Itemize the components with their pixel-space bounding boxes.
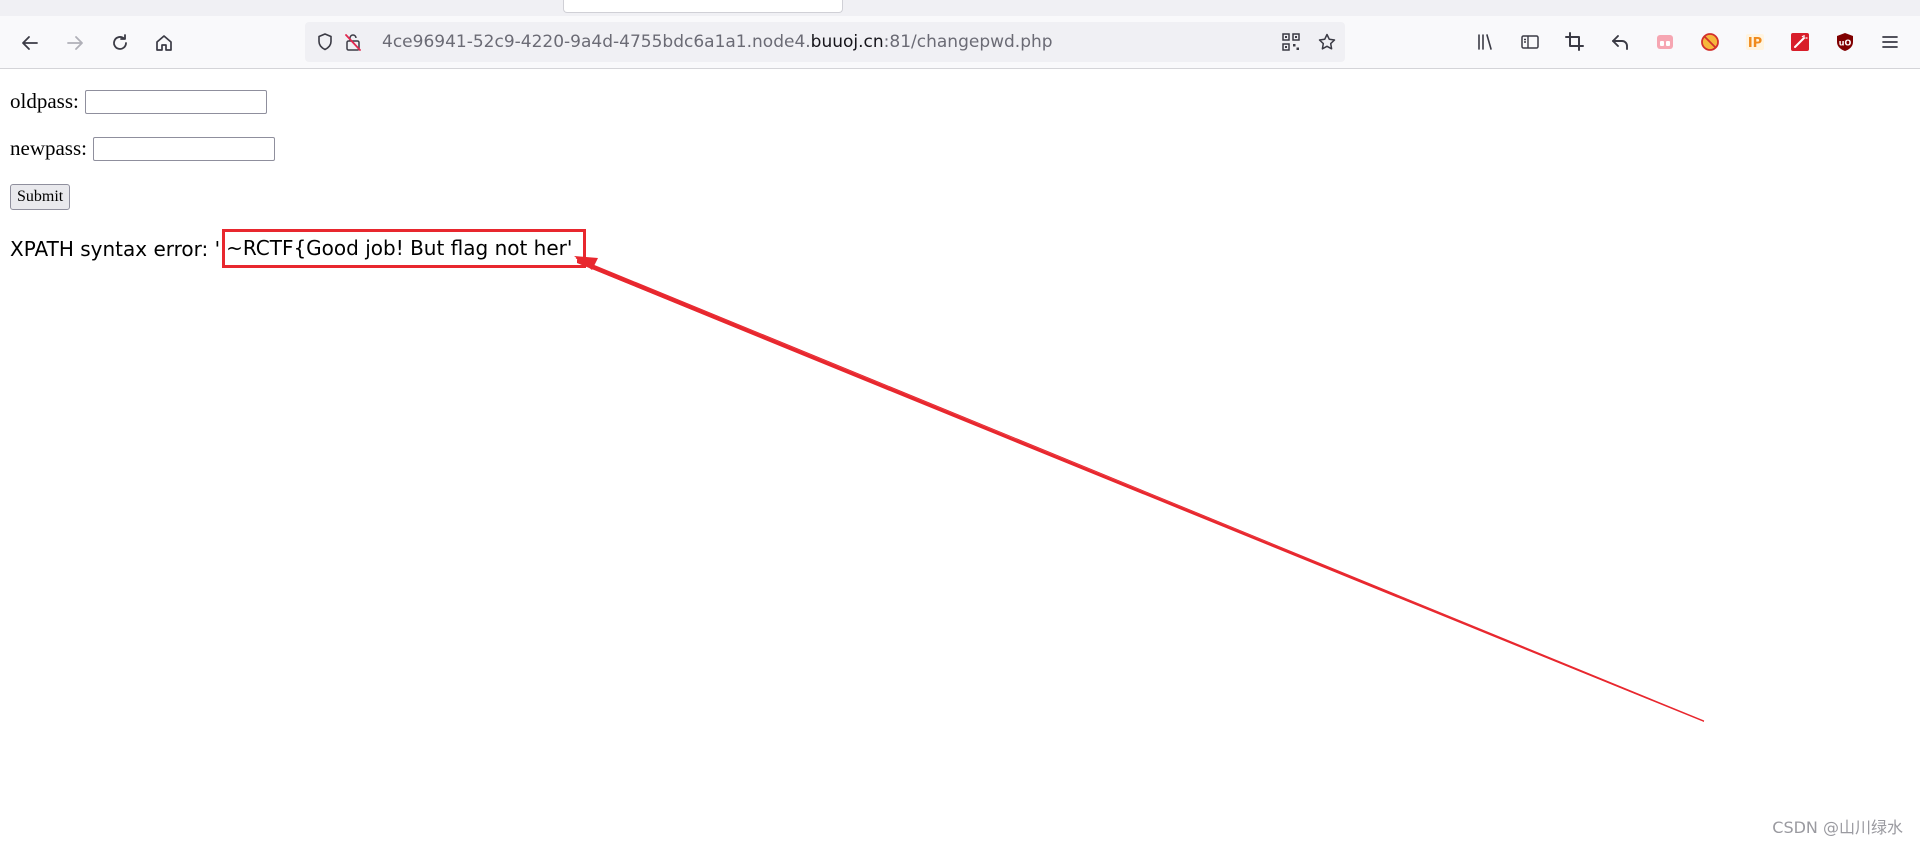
newpass-input[interactable]	[93, 136, 275, 161]
csdn-watermark: CSDN @山川绿水	[1772, 818, 1903, 837]
url-bar[interactable]: 4ce96941-52c9-4220-9a4d-4755bdc6a1a1.nod…	[305, 22, 1345, 62]
hamburger-menu-icon[interactable]	[1878, 30, 1902, 54]
ublock-origin-icon[interactable]: uO	[1833, 30, 1857, 54]
insecure-lock-icon[interactable]	[343, 32, 363, 52]
active-tab[interactable]	[563, 0, 843, 13]
url-domain: buuoj.cn	[810, 32, 884, 52]
extension-pink-icon[interactable]	[1653, 30, 1677, 54]
newpass-row: newpass:	[10, 136, 275, 161]
reload-icon[interactable]	[105, 28, 135, 58]
star-icon[interactable]	[1317, 32, 1337, 52]
page-content: oldpass: newpass: Submit XPATH syntax er…	[0, 69, 1920, 846]
submit-button[interactable]: Submit	[10, 184, 71, 210]
shield-icon[interactable]	[315, 32, 335, 52]
xpath-error-message: XPATH syntax error: ' ~RCTF{Good job! Bu…	[10, 229, 587, 268]
library-icon[interactable]	[1473, 30, 1497, 54]
ip-badge-icon[interactable]: IP	[1743, 30, 1767, 54]
undo-arrow-icon[interactable]	[1608, 30, 1632, 54]
sidebar-icon[interactable]	[1518, 30, 1542, 54]
tab-strip	[0, 0, 1920, 16]
back-arrow-icon[interactable]	[15, 28, 45, 58]
forward-arrow-icon[interactable]	[60, 28, 90, 58]
wand-red-icon[interactable]	[1788, 30, 1812, 54]
browser-toolbar: 4ce96941-52c9-4220-9a4d-4755bdc6a1a1.nod…	[0, 16, 1920, 69]
newpass-label: newpass:	[10, 136, 87, 160]
blocked-orange-icon[interactable]	[1698, 30, 1722, 54]
url-prefix: 4ce96941-52c9-4220-9a4d-4755bdc6a1a1.nod…	[382, 32, 811, 52]
url-text[interactable]: 4ce96941-52c9-4220-9a4d-4755bdc6a1a1.nod…	[382, 32, 1053, 52]
oldpass-label: oldpass:	[10, 89, 79, 113]
highlighted-error-text: ~RCTF{Good job! But flag not her'	[222, 229, 587, 268]
url-suffix: :81/changepwd.php	[883, 32, 1053, 52]
svg-text:IP: IP	[1748, 36, 1762, 51]
crop-icon[interactable]	[1563, 30, 1587, 54]
oldpass-input[interactable]	[84, 89, 267, 114]
qr-code-icon[interactable]	[1281, 32, 1301, 52]
oldpass-row: oldpass:	[10, 89, 267, 114]
home-icon[interactable]	[149, 28, 179, 58]
svg-text:uO: uO	[1839, 39, 1852, 48]
error-prefix: XPATH syntax error: '	[10, 236, 221, 261]
